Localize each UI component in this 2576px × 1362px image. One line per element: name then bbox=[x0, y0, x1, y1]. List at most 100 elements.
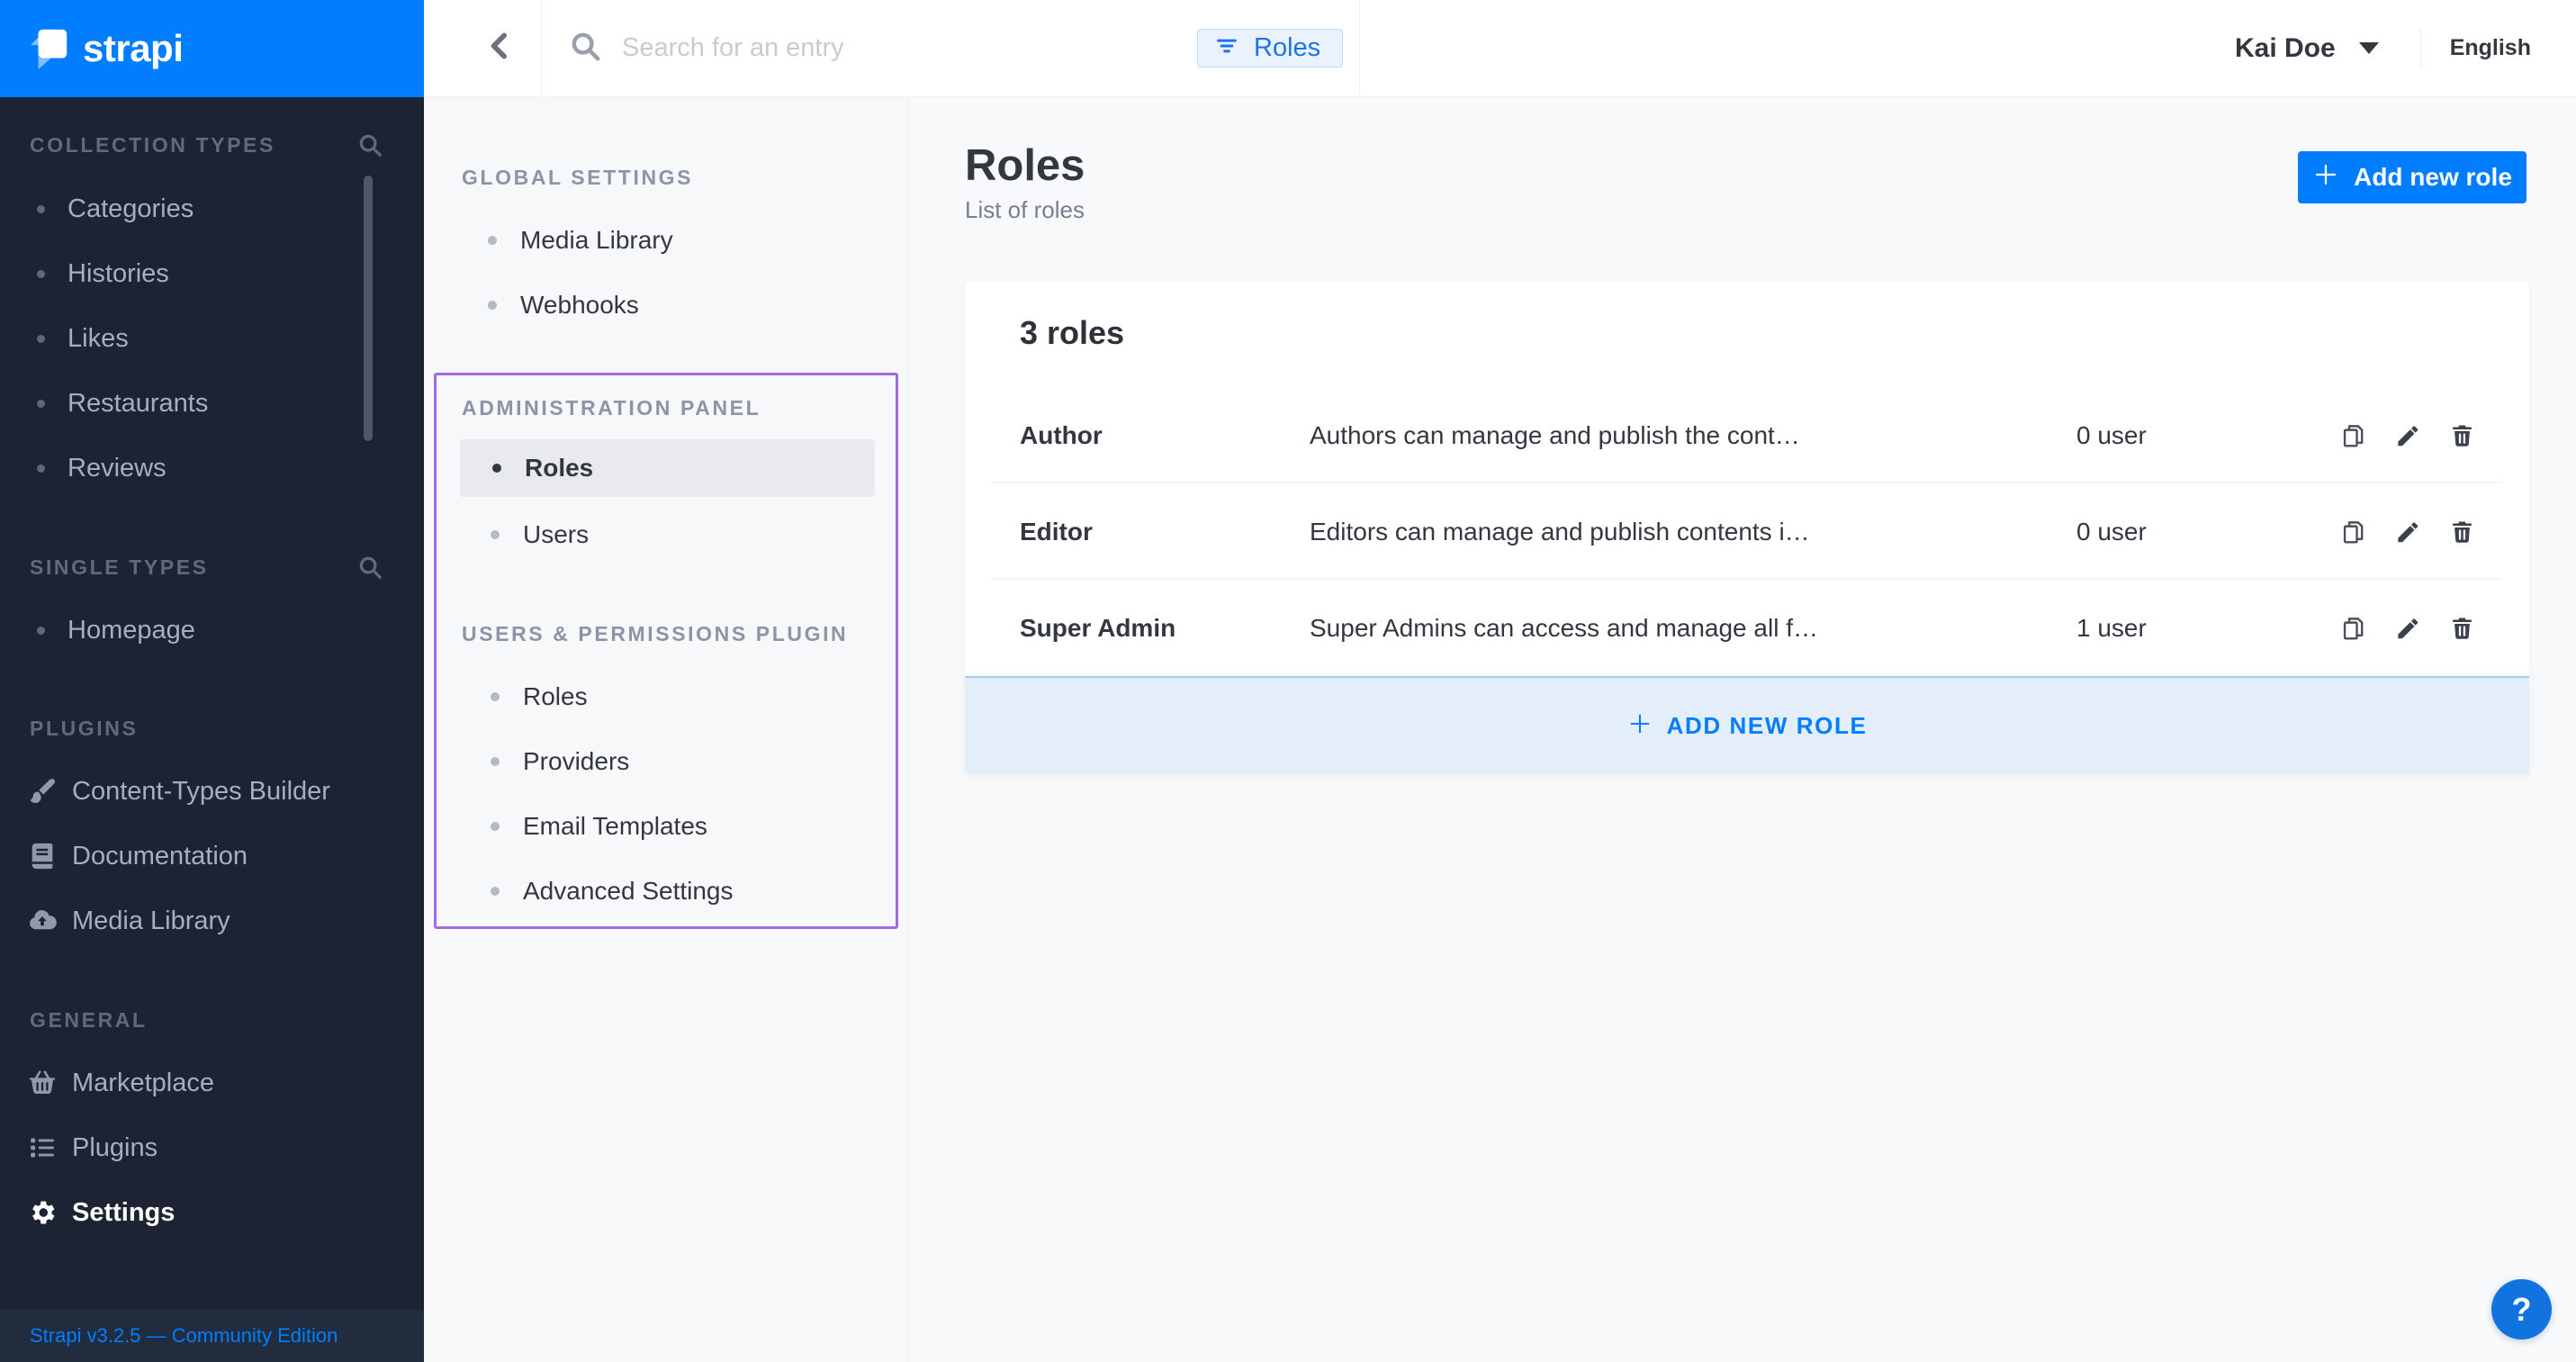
role-name: Author bbox=[1020, 387, 1103, 483]
roles-count: 3 roles bbox=[1020, 314, 1124, 352]
settings-item-label: Providers bbox=[523, 747, 629, 776]
bullet-icon bbox=[37, 627, 45, 635]
row-actions bbox=[2338, 580, 2477, 676]
sidebar-footer: Strapi v3.2.5 — Community Edition bbox=[0, 1310, 424, 1362]
language-selector[interactable]: English bbox=[2450, 35, 2531, 61]
strapi-version-link[interactable]: Strapi v3.2.5 — Community Edition bbox=[30, 1324, 338, 1348]
settings-sidebar: GLOBAL SETTINGS Media Library Webhooks A… bbox=[424, 97, 909, 1362]
settings-item-providers[interactable]: Providers bbox=[437, 729, 896, 794]
settings-item-webhooks[interactable]: Webhooks bbox=[424, 273, 908, 338]
role-users-count: 0 user bbox=[2076, 483, 2147, 580]
edit-icon[interactable] bbox=[2392, 420, 2423, 451]
sidebar-item-categories[interactable]: Categories bbox=[0, 176, 424, 241]
sidebar-item-media-library[interactable]: Media Library bbox=[0, 888, 424, 953]
sidebar-item-label: Likes bbox=[68, 324, 129, 354]
bullet-icon bbox=[37, 465, 45, 473]
section-plugins: PLUGINS bbox=[30, 717, 138, 740]
sidebar-item-documentation[interactable]: Documentation bbox=[0, 824, 424, 888]
table-row[interactable]: Author Authors can manage and publish th… bbox=[965, 387, 2529, 483]
table-row[interactable]: Editor Editors can manage and publish co… bbox=[965, 483, 2529, 580]
bullet-icon bbox=[491, 530, 500, 539]
sidebar-item-histories[interactable]: Histories bbox=[0, 241, 424, 306]
table-row[interactable]: Super Admin Super Admins can access and … bbox=[965, 580, 2529, 676]
sidebar-item-label: Reviews bbox=[68, 454, 167, 483]
bullet-icon bbox=[491, 822, 500, 831]
gear-icon bbox=[27, 1197, 58, 1228]
settings-item-users[interactable]: Users bbox=[437, 502, 896, 567]
sidebar-item-homepage[interactable]: Homepage bbox=[0, 598, 424, 663]
edit-icon[interactable] bbox=[2392, 613, 2423, 644]
delete-icon[interactable] bbox=[2446, 613, 2477, 644]
search-input[interactable] bbox=[622, 33, 1126, 63]
plus-icon bbox=[1627, 711, 1653, 741]
chevron-down-icon bbox=[2359, 42, 2379, 54]
sidebar-item-label: Plugins bbox=[72, 1133, 158, 1163]
role-description: Authors can manage and publish the cont… bbox=[1310, 387, 1800, 483]
chevron-left-icon bbox=[482, 28, 518, 68]
back-button[interactable] bbox=[460, 0, 541, 96]
settings-item-up-roles[interactable]: Roles bbox=[437, 664, 896, 729]
bullet-icon bbox=[491, 692, 500, 701]
sidebar-item-likes[interactable]: Likes bbox=[0, 306, 424, 371]
settings-item-label: Roles bbox=[523, 682, 588, 711]
delete-icon[interactable] bbox=[2446, 517, 2477, 547]
user-menu[interactable]: Kai Doe bbox=[2235, 33, 2379, 64]
entry-search bbox=[568, 0, 1126, 96]
add-new-role-label: Add new role bbox=[2354, 163, 2512, 192]
page-title: Roles bbox=[965, 140, 1085, 191]
topbar-right: Kai Doe English bbox=[2235, 0, 2531, 96]
book-icon bbox=[27, 841, 58, 871]
settings-item-email-templates[interactable]: Email Templates bbox=[437, 794, 896, 859]
bullet-icon bbox=[37, 335, 45, 343]
sidebar-item-label: Categories bbox=[68, 194, 194, 224]
settings-item-media-library[interactable]: Media Library bbox=[424, 208, 908, 273]
question-mark-icon: ? bbox=[2512, 1291, 2532, 1329]
add-new-role-button[interactable]: Add new role bbox=[2298, 151, 2526, 203]
settings-item-label: Advanced Settings bbox=[523, 877, 734, 906]
duplicate-icon[interactable] bbox=[2338, 613, 2369, 644]
add-new-role-footer-button[interactable]: ADD NEW ROLE bbox=[965, 676, 2529, 774]
sidebar-item-plugins[interactable]: Plugins bbox=[0, 1115, 424, 1180]
help-button[interactable]: ? bbox=[2491, 1279, 2552, 1339]
settings-item-roles-active[interactable]: Roles bbox=[460, 439, 875, 497]
edit-icon[interactable] bbox=[2392, 517, 2423, 547]
brush-icon bbox=[27, 776, 58, 807]
list-icon bbox=[27, 1132, 58, 1163]
duplicate-icon[interactable] bbox=[2338, 420, 2369, 451]
filter-chip-roles[interactable]: Roles bbox=[1197, 29, 1343, 68]
sidebar-item-reviews[interactable]: Reviews bbox=[0, 436, 424, 501]
bullet-icon bbox=[492, 464, 501, 473]
roles-list-card: 3 roles Author Authors can manage and pu… bbox=[965, 282, 2529, 774]
delete-icon[interactable] bbox=[2446, 420, 2477, 451]
tour-highlight-box: ADMINISTRATION PANEL Roles Users USERS &… bbox=[434, 373, 898, 929]
sidebar-item-label: Homepage bbox=[68, 616, 195, 645]
sidebar-item-content-types-builder[interactable]: Content-Types Builder bbox=[0, 759, 424, 824]
sidebar-item-marketplace[interactable]: Marketplace bbox=[0, 1051, 424, 1115]
bullet-icon bbox=[37, 205, 45, 213]
duplicate-icon[interactable] bbox=[2338, 517, 2369, 547]
bullet-icon bbox=[37, 400, 45, 408]
bullet-icon bbox=[488, 301, 497, 310]
topbar: Roles Kai Doe English bbox=[424, 0, 2576, 97]
filter-chip-label: Roles bbox=[1254, 33, 1320, 63]
settings-item-advanced-settings[interactable]: Advanced Settings bbox=[437, 859, 896, 924]
search-icon[interactable] bbox=[356, 554, 383, 581]
strapi-logo[interactable]: strapi bbox=[0, 0, 424, 97]
sidebar-item-label: Histories bbox=[68, 259, 169, 289]
search-icon bbox=[568, 29, 602, 68]
main-sidebar: strapi COLLECTION TYPES Categories Histo… bbox=[0, 0, 424, 1362]
settings-item-label: Email Templates bbox=[523, 812, 707, 841]
section-collection-types: COLLECTION TYPES bbox=[30, 133, 275, 157]
sidebar-item-label: Restaurants bbox=[68, 389, 208, 419]
bullet-icon bbox=[488, 236, 497, 245]
page-subtitle: List of roles bbox=[965, 196, 1085, 224]
sidebar-item-label: Documentation bbox=[72, 842, 248, 871]
sidebar-item-settings[interactable]: Settings bbox=[0, 1180, 424, 1245]
sidebar-item-label: Media Library bbox=[72, 906, 230, 936]
sidebar-item-restaurants[interactable]: Restaurants bbox=[0, 371, 424, 436]
divider bbox=[1359, 0, 1360, 96]
sidebar-item-label: Content-Types Builder bbox=[72, 777, 330, 807]
divider bbox=[541, 0, 542, 96]
search-icon[interactable] bbox=[356, 131, 383, 158]
settings-item-label: Webhooks bbox=[520, 291, 639, 320]
